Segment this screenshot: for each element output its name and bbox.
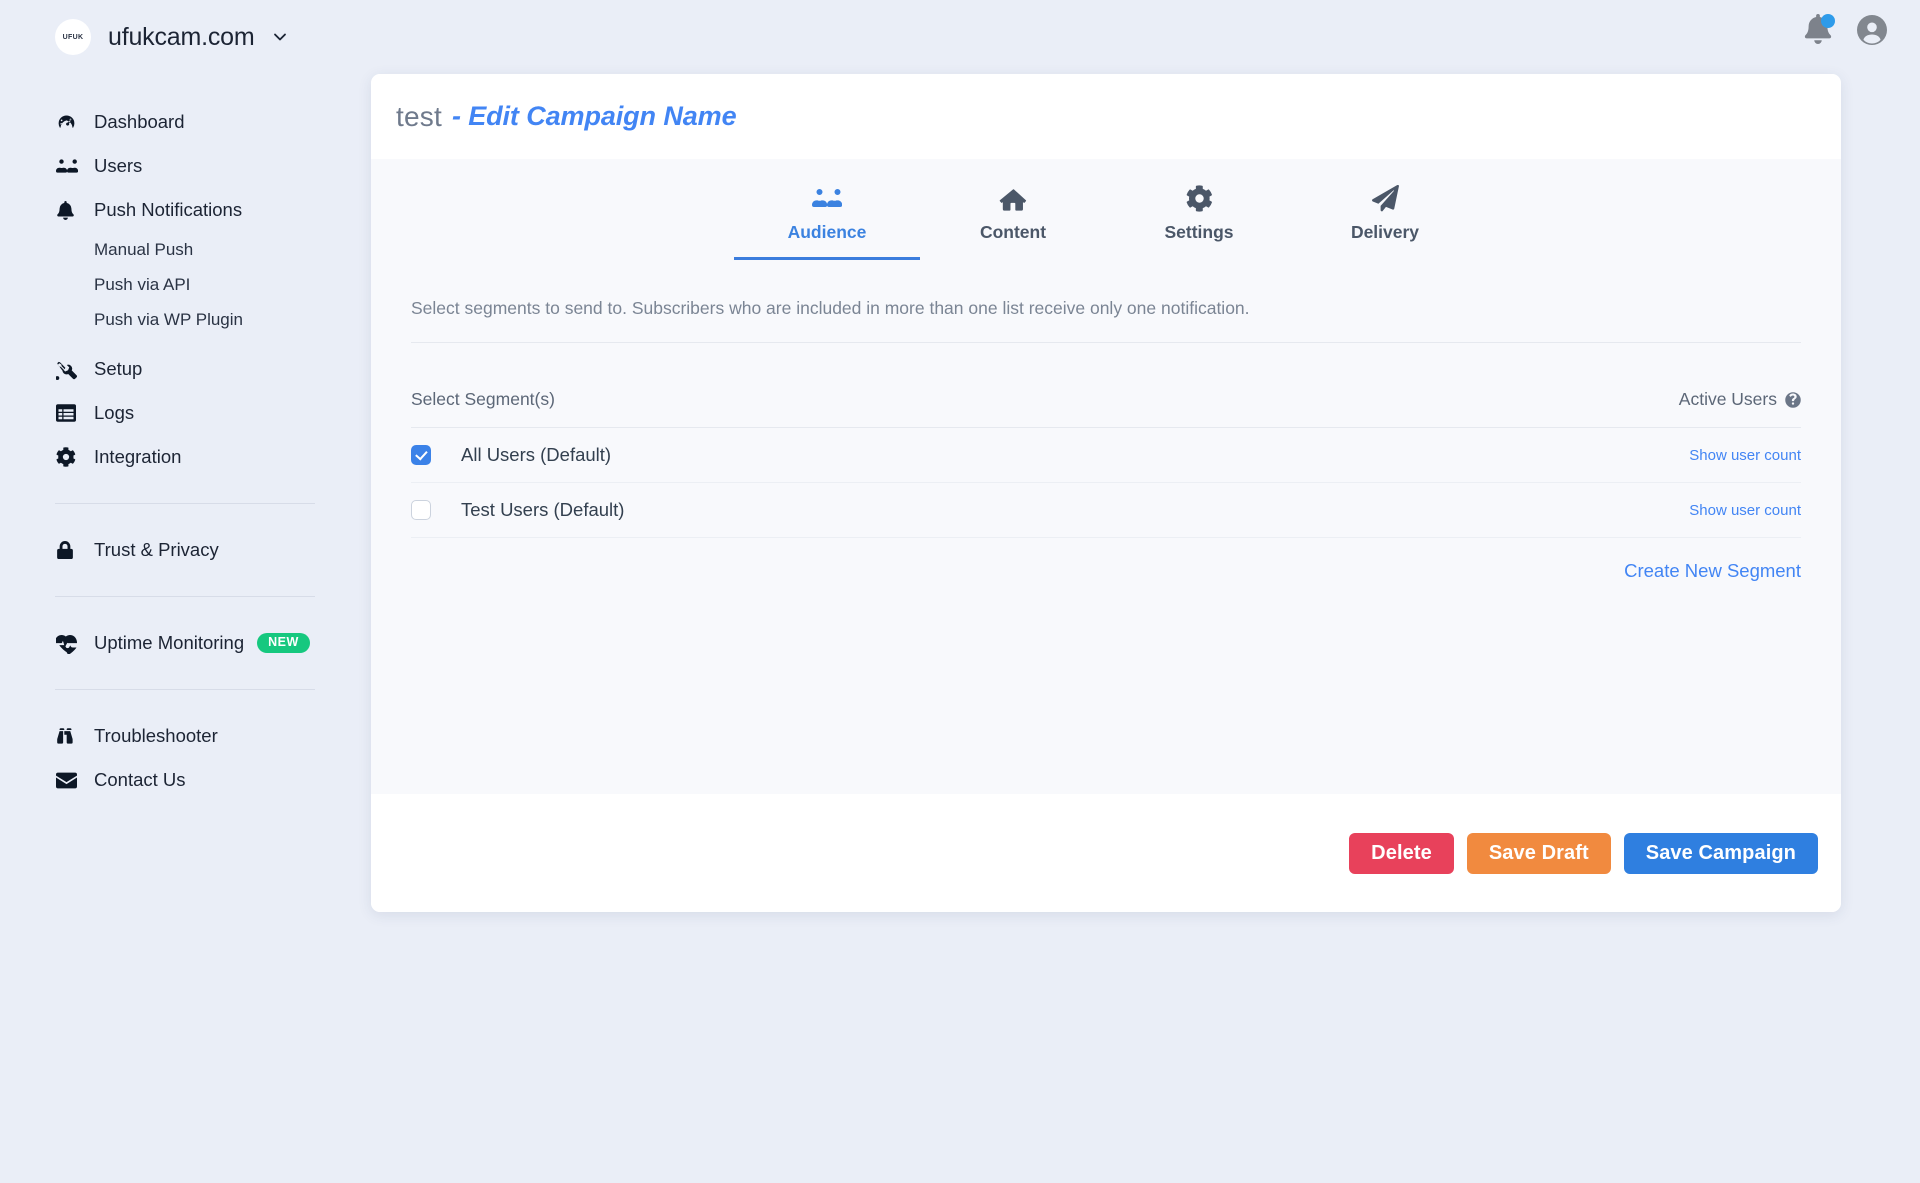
envelope-icon xyxy=(56,770,82,791)
notifications-button[interactable] xyxy=(1804,14,1835,46)
card-footer: Delete Save Draft Save Campaign xyxy=(371,794,1841,912)
notification-unread-dot xyxy=(1821,14,1835,28)
campaign-tabs: Audience Content Settings Delivery xyxy=(371,159,1841,260)
sidebar-nav: Dashboard Users Push Notifications Manua… xyxy=(0,100,370,802)
status-badge-new: NEW xyxy=(257,633,310,653)
sidebar-subitem-push-via-api[interactable]: Push via API xyxy=(0,267,370,302)
lock-icon xyxy=(56,541,82,559)
sidebar-divider xyxy=(55,596,315,597)
delete-button[interactable]: Delete xyxy=(1349,832,1454,874)
sidebar-item-label: Users xyxy=(94,155,143,176)
sidebar-item-label: Dashboard xyxy=(94,111,185,132)
tab-label: Delivery xyxy=(1350,222,1420,242)
segment-label: All Users (Default) xyxy=(461,444,612,465)
segment-table-header: Select Segment(s) Active Users xyxy=(411,389,1801,428)
sidebar-item-label: Push Notifications xyxy=(94,199,243,220)
chevron-down-icon[interactable] xyxy=(270,27,290,47)
tools-wrench-icon xyxy=(56,359,82,380)
sidebar-subitem-label: Push via API xyxy=(94,274,191,294)
gear-icon xyxy=(56,447,82,467)
segment-label: Test Users (Default) xyxy=(461,499,625,520)
paper-plane-icon xyxy=(1371,183,1400,213)
sidebar-item-dashboard[interactable]: Dashboard xyxy=(0,100,370,144)
create-new-segment-link[interactable]: Create New Segment xyxy=(411,560,1801,582)
sidebar-item-label: Trust & Privacy xyxy=(94,539,219,560)
brand-site-switcher[interactable]: UFUK ufukcam.com xyxy=(0,0,370,74)
sidebar-item-troubleshooter[interactable]: Troubleshooter xyxy=(0,714,370,758)
sidebar-item-trust-privacy[interactable]: Trust & Privacy xyxy=(0,528,370,572)
sidebar-item-uptime-monitoring[interactable]: Uptime Monitoring NEW xyxy=(0,621,370,665)
sidebar-item-label: Logs xyxy=(94,402,135,423)
sidebar-item-setup[interactable]: Setup xyxy=(0,347,370,391)
users-group-icon xyxy=(56,155,82,177)
show-user-count-link[interactable]: Show user count xyxy=(1689,502,1801,519)
column-header-segments: Select Segment(s) xyxy=(411,389,555,409)
sidebar-item-label: Troubleshooter xyxy=(94,725,218,746)
table-row[interactable]: All Users (Default) Show user count xyxy=(411,428,1801,483)
tab-label: Audience xyxy=(787,222,867,242)
tab-label: Settings xyxy=(1164,222,1234,242)
topbar-actions xyxy=(1804,12,1890,48)
card-header: test - Edit Campaign Name xyxy=(371,74,1841,159)
list-table-icon xyxy=(56,403,82,423)
edit-campaign-name-link[interactable]: - Edit Campaign Name xyxy=(452,101,737,132)
column-header-active-users: Active Users xyxy=(1678,389,1777,409)
binoculars-icon xyxy=(56,727,82,746)
divider xyxy=(411,342,1801,343)
gear-icon xyxy=(1186,183,1213,213)
tab-audience[interactable]: Audience xyxy=(734,183,920,260)
campaign-editor-card: test - Edit Campaign Name Audience Conte… xyxy=(371,74,1841,912)
sidebar-item-label: Uptime Monitoring xyxy=(94,632,245,653)
heartbeat-icon xyxy=(56,633,82,654)
sidebar-item-contact-us[interactable]: Contact Us xyxy=(0,758,370,802)
sidebar-divider xyxy=(55,689,315,690)
tab-content[interactable]: Content xyxy=(920,183,1106,260)
tab-settings[interactable]: Settings xyxy=(1106,183,1292,260)
save-draft-button[interactable]: Save Draft xyxy=(1466,832,1611,874)
sidebar-item-push-notifications[interactable]: Push Notifications xyxy=(0,188,370,232)
sidebar-subitem-label: Push via WP Plugin xyxy=(94,309,243,329)
audience-description: Select segments to send to. Subscribers … xyxy=(411,298,1250,318)
tab-delivery[interactable]: Delivery xyxy=(1292,183,1478,260)
dashboard-gauge-icon xyxy=(56,112,82,133)
brand-logo: UFUK xyxy=(55,19,91,55)
save-campaign-button[interactable]: Save Campaign xyxy=(1623,832,1818,874)
sidebar-item-label: Contact Us xyxy=(94,769,186,790)
sidebar-subitem-label: Manual Push xyxy=(94,239,194,259)
user-avatar-icon[interactable] xyxy=(1854,12,1890,48)
segment-checkbox[interactable] xyxy=(411,500,431,520)
table-row[interactable]: Test Users (Default) Show user count xyxy=(411,483,1801,538)
sidebar-item-logs[interactable]: Logs xyxy=(0,391,370,435)
question-circle-icon[interactable] xyxy=(1785,391,1801,408)
segment-checkbox[interactable] xyxy=(411,445,431,465)
page-title: test xyxy=(396,100,442,132)
sidebar-divider xyxy=(55,503,315,504)
bell-icon xyxy=(56,200,82,220)
sidebar-subitem-push-via-wp-plugin[interactable]: Push via WP Plugin xyxy=(0,302,370,337)
brand-site-name: ufukcam.com xyxy=(108,22,255,51)
sidebar-subitem-manual-push[interactable]: Manual Push xyxy=(0,232,370,267)
sidebar-item-label: Setup xyxy=(94,358,143,379)
show-user-count-link[interactable]: Show user count xyxy=(1689,447,1801,464)
sidebar-item-label: Integration xyxy=(94,446,182,467)
sidebar-item-integration[interactable]: Integration xyxy=(0,435,370,479)
sidebar-item-users[interactable]: Users xyxy=(0,144,370,188)
sidebar: UFUK ufukcam.com Dashboard Users Push No… xyxy=(0,0,370,1183)
users-group-icon xyxy=(812,183,842,213)
tab-label: Content xyxy=(979,222,1047,242)
home-icon xyxy=(999,183,1028,213)
